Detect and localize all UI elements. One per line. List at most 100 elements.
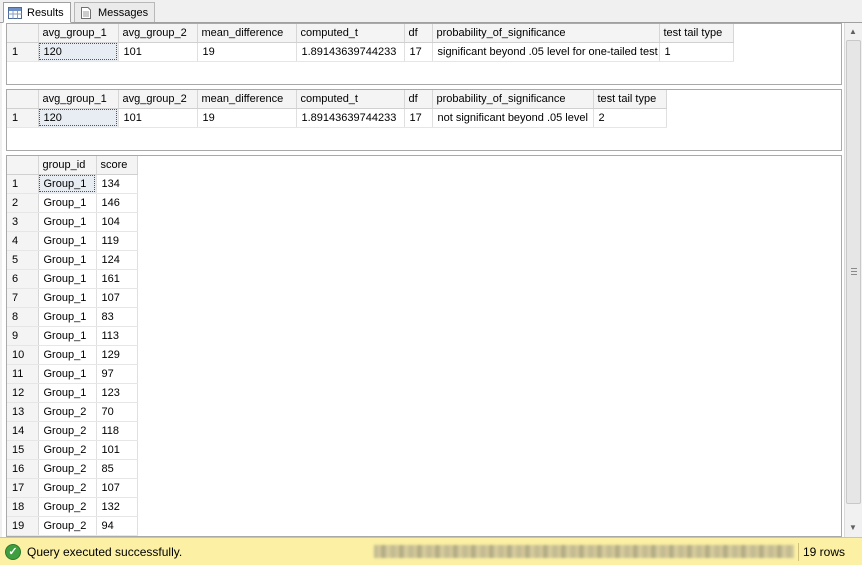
cell[interactable]: Group_1 — [38, 231, 97, 251]
row-number[interactable]: 9 — [7, 326, 39, 346]
cell[interactable]: 1.89143639744233 — [296, 42, 405, 62]
row-number[interactable]: 17 — [7, 478, 39, 498]
column-header[interactable]: probability_of_significance — [432, 90, 594, 109]
row-number[interactable]: 19 — [7, 516, 39, 536]
cell[interactable]: 104 — [96, 212, 138, 232]
column-header[interactable]: avg_group_2 — [118, 24, 198, 43]
row-number[interactable]: 18 — [7, 497, 39, 517]
cell[interactable]: Group_2 — [38, 516, 97, 536]
column-header[interactable]: group_id — [38, 156, 97, 175]
cell[interactable]: 119 — [96, 231, 138, 251]
row-number[interactable]: 3 — [7, 212, 39, 232]
column-header[interactable]: avg_group_1 — [38, 24, 119, 43]
column-header[interactable]: mean_difference — [197, 90, 297, 109]
cell[interactable]: 101 — [118, 108, 198, 128]
cell[interactable]: 101 — [96, 440, 138, 460]
cell[interactable]: Group_2 — [38, 421, 97, 441]
column-header[interactable]: score — [96, 156, 138, 175]
tab-messages[interactable]: Messages — [74, 2, 156, 22]
result-grid-1[interactable]: avg_group_1 avg_group_2 mean_difference … — [6, 23, 842, 85]
row-number[interactable]: 12 — [7, 383, 39, 403]
cell[interactable]: 70 — [96, 402, 138, 422]
cell[interactable]: Group_1 — [38, 307, 97, 327]
row-number[interactable]: 6 — [7, 269, 39, 289]
cell[interactable]: Group_1 — [38, 193, 97, 213]
cell[interactable]: Group_1 — [38, 364, 97, 384]
cell[interactable]: 161 — [96, 269, 138, 289]
row-number[interactable]: 1 — [7, 174, 39, 194]
cell[interactable]: 120 — [38, 108, 119, 128]
cell[interactable]: 2 — [593, 108, 667, 128]
cell[interactable]: Group_2 — [38, 459, 97, 479]
row-number[interactable]: 5 — [7, 250, 39, 270]
row-number[interactable]: 11 — [7, 364, 39, 384]
tab-results[interactable]: Results — [3, 2, 71, 23]
cell[interactable]: 107 — [96, 478, 138, 498]
column-header[interactable]: df — [404, 24, 433, 43]
cell[interactable]: Group_1 — [38, 250, 97, 270]
column-header[interactable]: avg_group_2 — [118, 90, 198, 109]
column-header[interactable]: probability_of_significance — [432, 24, 660, 43]
cell[interactable]: Group_2 — [38, 478, 97, 498]
cell[interactable]: 134 — [96, 174, 138, 194]
column-header[interactable]: test tail type — [659, 24, 734, 43]
cell[interactable]: 146 — [96, 193, 138, 213]
cell[interactable]: significant beyond .05 level for one-tai… — [432, 42, 660, 62]
cell[interactable]: 17 — [404, 42, 433, 62]
row-number[interactable]: 1 — [7, 108, 39, 128]
row-number[interactable]: 2 — [7, 193, 39, 213]
column-header[interactable]: test tail type — [593, 90, 667, 109]
result-grid-3[interactable]: group_id score 1 Group_1 134 2 Group_1 146 3 Gr… — [6, 155, 842, 537]
cell[interactable]: Group_2 — [38, 497, 97, 517]
cell[interactable]: 123 — [96, 383, 138, 403]
cell[interactable]: 113 — [96, 326, 138, 346]
cell[interactable]: 107 — [96, 288, 138, 308]
scrollbar-thumb[interactable] — [846, 40, 861, 504]
row-number[interactable]: 10 — [7, 345, 39, 365]
corner-cell[interactable] — [7, 24, 39, 43]
column-header[interactable]: avg_group_1 — [38, 90, 119, 109]
scroll-down-button[interactable]: ▼ — [845, 519, 861, 536]
column-header[interactable]: mean_difference — [197, 24, 297, 43]
result-grid-2[interactable]: avg_group_1 avg_group_2 mean_difference … — [6, 89, 842, 151]
column-header[interactable]: computed_t — [296, 24, 405, 43]
cell[interactable]: 101 — [118, 42, 198, 62]
cell[interactable]: Group_1 — [38, 326, 97, 346]
cell[interactable]: Group_1 — [38, 212, 97, 232]
cell[interactable]: 1.89143639744233 — [296, 108, 405, 128]
cell[interactable]: 83 — [96, 307, 138, 327]
cell[interactable]: 19 — [197, 108, 297, 128]
cell[interactable]: 1 — [659, 42, 734, 62]
column-header[interactable]: df — [404, 90, 433, 109]
cell[interactable]: 132 — [96, 497, 138, 517]
cell[interactable]: Group_2 — [38, 440, 97, 460]
cell[interactable]: 85 — [96, 459, 138, 479]
row-number[interactable]: 15 — [7, 440, 39, 460]
cell[interactable]: not significant beyond .05 level — [432, 108, 594, 128]
cell[interactable]: Group_1 — [38, 269, 97, 289]
cell[interactable]: 129 — [96, 345, 138, 365]
row-number[interactable]: 13 — [7, 402, 39, 422]
corner-cell[interactable] — [7, 90, 39, 109]
cell[interactable]: Group_1 — [38, 288, 97, 308]
cell[interactable]: 118 — [96, 421, 138, 441]
row-number[interactable]: 1 — [7, 42, 39, 62]
row-number[interactable]: 8 — [7, 307, 39, 327]
row-number[interactable]: 16 — [7, 459, 39, 479]
cell[interactable]: 19 — [197, 42, 297, 62]
scroll-up-button[interactable]: ▲ — [845, 23, 861, 40]
cell[interactable]: Group_1 — [38, 345, 97, 365]
cell[interactable]: Group_2 — [38, 402, 97, 422]
cell[interactable]: 120 — [38, 42, 119, 62]
cell[interactable]: 124 — [96, 250, 138, 270]
row-number[interactable]: 4 — [7, 231, 39, 251]
cell[interactable]: Group_1 — [38, 383, 97, 403]
column-header[interactable]: computed_t — [296, 90, 405, 109]
cell[interactable]: 17 — [404, 108, 433, 128]
row-number[interactable]: 14 — [7, 421, 39, 441]
cell[interactable]: 97 — [96, 364, 138, 384]
vertical-scrollbar[interactable]: ▲ ▼ — [844, 23, 861, 537]
cell[interactable]: 94 — [96, 516, 138, 536]
cell[interactable]: Group_1 — [38, 174, 97, 194]
corner-cell[interactable] — [7, 156, 39, 175]
